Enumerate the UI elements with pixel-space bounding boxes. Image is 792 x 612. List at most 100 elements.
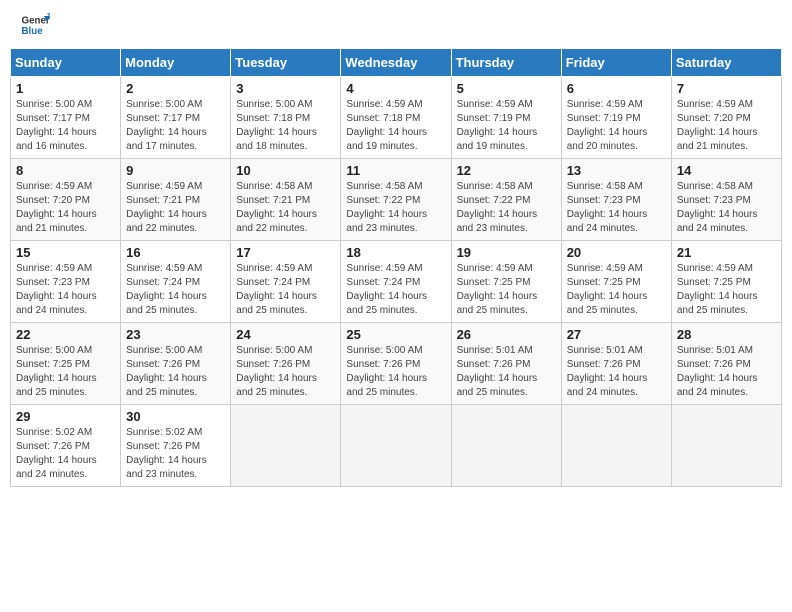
calendar-day-8: 8 Sunrise: 4:59 AM Sunset: 7:20 PM Dayli…	[11, 159, 121, 241]
day-number: 16	[126, 245, 225, 260]
day-info: Sunrise: 4:59 AM Sunset: 7:19 PM Dayligh…	[567, 98, 666, 154]
weekday-header-tuesday: Tuesday	[231, 49, 341, 77]
day-info: Sunrise: 4:59 AM Sunset: 7:20 PM Dayligh…	[677, 98, 776, 154]
day-number: 4	[346, 81, 445, 96]
logo-icon: General Blue	[20, 10, 50, 40]
calendar-day-11: 11 Sunrise: 4:58 AM Sunset: 7:22 PM Dayl…	[341, 159, 451, 241]
day-info: Sunrise: 4:59 AM Sunset: 7:25 PM Dayligh…	[457, 262, 556, 318]
day-info: Sunrise: 5:00 AM Sunset: 7:26 PM Dayligh…	[236, 344, 335, 400]
day-number: 28	[677, 327, 776, 342]
calendar-day-24: 24 Sunrise: 5:00 AM Sunset: 7:26 PM Dayl…	[231, 323, 341, 405]
calendar-day-10: 10 Sunrise: 4:58 AM Sunset: 7:21 PM Dayl…	[231, 159, 341, 241]
calendar-day-12: 12 Sunrise: 4:58 AM Sunset: 7:22 PM Dayl…	[451, 159, 561, 241]
calendar-day-21: 21 Sunrise: 4:59 AM Sunset: 7:25 PM Dayl…	[671, 241, 781, 323]
day-info: Sunrise: 4:58 AM Sunset: 7:22 PM Dayligh…	[457, 180, 556, 236]
day-info: Sunrise: 5:00 AM Sunset: 7:26 PM Dayligh…	[346, 344, 445, 400]
day-number: 17	[236, 245, 335, 260]
day-number: 23	[126, 327, 225, 342]
calendar-day-14: 14 Sunrise: 4:58 AM Sunset: 7:23 PM Dayl…	[671, 159, 781, 241]
day-number: 27	[567, 327, 666, 342]
day-info: Sunrise: 4:59 AM Sunset: 7:23 PM Dayligh…	[16, 262, 115, 318]
calendar-week-2: 8 Sunrise: 4:59 AM Sunset: 7:20 PM Dayli…	[11, 159, 782, 241]
calendar-day-23: 23 Sunrise: 5:00 AM Sunset: 7:26 PM Dayl…	[121, 323, 231, 405]
calendar-day-20: 20 Sunrise: 4:59 AM Sunset: 7:25 PM Dayl…	[561, 241, 671, 323]
day-number: 5	[457, 81, 556, 96]
day-number: 29	[16, 409, 115, 424]
day-number: 19	[457, 245, 556, 260]
calendar-day-5: 5 Sunrise: 4:59 AM Sunset: 7:19 PM Dayli…	[451, 77, 561, 159]
calendar-day-9: 9 Sunrise: 4:59 AM Sunset: 7:21 PM Dayli…	[121, 159, 231, 241]
calendar-day-7: 7 Sunrise: 4:59 AM Sunset: 7:20 PM Dayli…	[671, 77, 781, 159]
day-number: 8	[16, 163, 115, 178]
calendar-week-4: 22 Sunrise: 5:00 AM Sunset: 7:25 PM Dayl…	[11, 323, 782, 405]
page-header: General Blue	[10, 10, 782, 40]
day-info: Sunrise: 5:02 AM Sunset: 7:26 PM Dayligh…	[16, 426, 115, 482]
day-info: Sunrise: 4:59 AM Sunset: 7:25 PM Dayligh…	[567, 262, 666, 318]
calendar-day-6: 6 Sunrise: 4:59 AM Sunset: 7:19 PM Dayli…	[561, 77, 671, 159]
day-info: Sunrise: 5:00 AM Sunset: 7:17 PM Dayligh…	[126, 98, 225, 154]
day-info: Sunrise: 5:02 AM Sunset: 7:26 PM Dayligh…	[126, 426, 225, 482]
calendar-day-19: 19 Sunrise: 4:59 AM Sunset: 7:25 PM Dayl…	[451, 241, 561, 323]
day-number: 1	[16, 81, 115, 96]
calendar-day-27: 27 Sunrise: 5:01 AM Sunset: 7:26 PM Dayl…	[561, 323, 671, 405]
day-info: Sunrise: 4:58 AM Sunset: 7:23 PM Dayligh…	[677, 180, 776, 236]
day-info: Sunrise: 5:00 AM Sunset: 7:25 PM Dayligh…	[16, 344, 115, 400]
calendar-week-5: 29 Sunrise: 5:02 AM Sunset: 7:26 PM Dayl…	[11, 405, 782, 487]
calendar-day-1: 1 Sunrise: 5:00 AM Sunset: 7:17 PM Dayli…	[11, 77, 121, 159]
calendar-day-18: 18 Sunrise: 4:59 AM Sunset: 7:24 PM Dayl…	[341, 241, 451, 323]
day-info: Sunrise: 4:58 AM Sunset: 7:23 PM Dayligh…	[567, 180, 666, 236]
title-section	[50, 10, 692, 12]
day-info: Sunrise: 4:59 AM Sunset: 7:19 PM Dayligh…	[457, 98, 556, 154]
day-number: 11	[346, 163, 445, 178]
day-number: 21	[677, 245, 776, 260]
empty-cell	[671, 405, 781, 487]
day-number: 15	[16, 245, 115, 260]
day-info: Sunrise: 4:58 AM Sunset: 7:21 PM Dayligh…	[236, 180, 335, 236]
day-info: Sunrise: 5:01 AM Sunset: 7:26 PM Dayligh…	[457, 344, 556, 400]
weekday-header-monday: Monday	[121, 49, 231, 77]
day-info: Sunrise: 5:01 AM Sunset: 7:26 PM Dayligh…	[677, 344, 776, 400]
day-number: 7	[677, 81, 776, 96]
day-number: 3	[236, 81, 335, 96]
calendar-day-3: 3 Sunrise: 5:00 AM Sunset: 7:18 PM Dayli…	[231, 77, 341, 159]
calendar-week-1: 1 Sunrise: 5:00 AM Sunset: 7:17 PM Dayli…	[11, 77, 782, 159]
calendar-table: SundayMondayTuesdayWednesdayThursdayFrid…	[10, 48, 782, 487]
empty-cell	[231, 405, 341, 487]
empty-cell	[451, 405, 561, 487]
empty-cell	[341, 405, 451, 487]
weekday-header-thursday: Thursday	[451, 49, 561, 77]
day-info: Sunrise: 4:59 AM Sunset: 7:24 PM Dayligh…	[236, 262, 335, 318]
calendar-day-17: 17 Sunrise: 4:59 AM Sunset: 7:24 PM Dayl…	[231, 241, 341, 323]
day-info: Sunrise: 4:59 AM Sunset: 7:18 PM Dayligh…	[346, 98, 445, 154]
day-number: 30	[126, 409, 225, 424]
day-number: 2	[126, 81, 225, 96]
calendar-day-28: 28 Sunrise: 5:01 AM Sunset: 7:26 PM Dayl…	[671, 323, 781, 405]
day-number: 14	[677, 163, 776, 178]
day-number: 10	[236, 163, 335, 178]
calendar-day-29: 29 Sunrise: 5:02 AM Sunset: 7:26 PM Dayl…	[11, 405, 121, 487]
weekday-header-friday: Friday	[561, 49, 671, 77]
day-info: Sunrise: 4:59 AM Sunset: 7:24 PM Dayligh…	[346, 262, 445, 318]
day-info: Sunrise: 4:59 AM Sunset: 7:24 PM Dayligh…	[126, 262, 225, 318]
day-info: Sunrise: 4:59 AM Sunset: 7:20 PM Dayligh…	[16, 180, 115, 236]
calendar-day-15: 15 Sunrise: 4:59 AM Sunset: 7:23 PM Dayl…	[11, 241, 121, 323]
weekday-header-saturday: Saturday	[671, 49, 781, 77]
day-number: 26	[457, 327, 556, 342]
weekday-header-wednesday: Wednesday	[341, 49, 451, 77]
day-number: 18	[346, 245, 445, 260]
day-number: 9	[126, 163, 225, 178]
calendar-day-13: 13 Sunrise: 4:58 AM Sunset: 7:23 PM Dayl…	[561, 159, 671, 241]
day-info: Sunrise: 5:00 AM Sunset: 7:18 PM Dayligh…	[236, 98, 335, 154]
calendar-day-25: 25 Sunrise: 5:00 AM Sunset: 7:26 PM Dayl…	[341, 323, 451, 405]
day-number: 22	[16, 327, 115, 342]
calendar-day-16: 16 Sunrise: 4:59 AM Sunset: 7:24 PM Dayl…	[121, 241, 231, 323]
weekday-header-sunday: Sunday	[11, 49, 121, 77]
calendar-day-30: 30 Sunrise: 5:02 AM Sunset: 7:26 PM Dayl…	[121, 405, 231, 487]
day-info: Sunrise: 4:58 AM Sunset: 7:22 PM Dayligh…	[346, 180, 445, 236]
calendar-day-2: 2 Sunrise: 5:00 AM Sunset: 7:17 PM Dayli…	[121, 77, 231, 159]
day-info: Sunrise: 5:00 AM Sunset: 7:17 PM Dayligh…	[16, 98, 115, 154]
day-number: 24	[236, 327, 335, 342]
day-info: Sunrise: 5:00 AM Sunset: 7:26 PM Dayligh…	[126, 344, 225, 400]
calendar-day-26: 26 Sunrise: 5:01 AM Sunset: 7:26 PM Dayl…	[451, 323, 561, 405]
day-number: 20	[567, 245, 666, 260]
